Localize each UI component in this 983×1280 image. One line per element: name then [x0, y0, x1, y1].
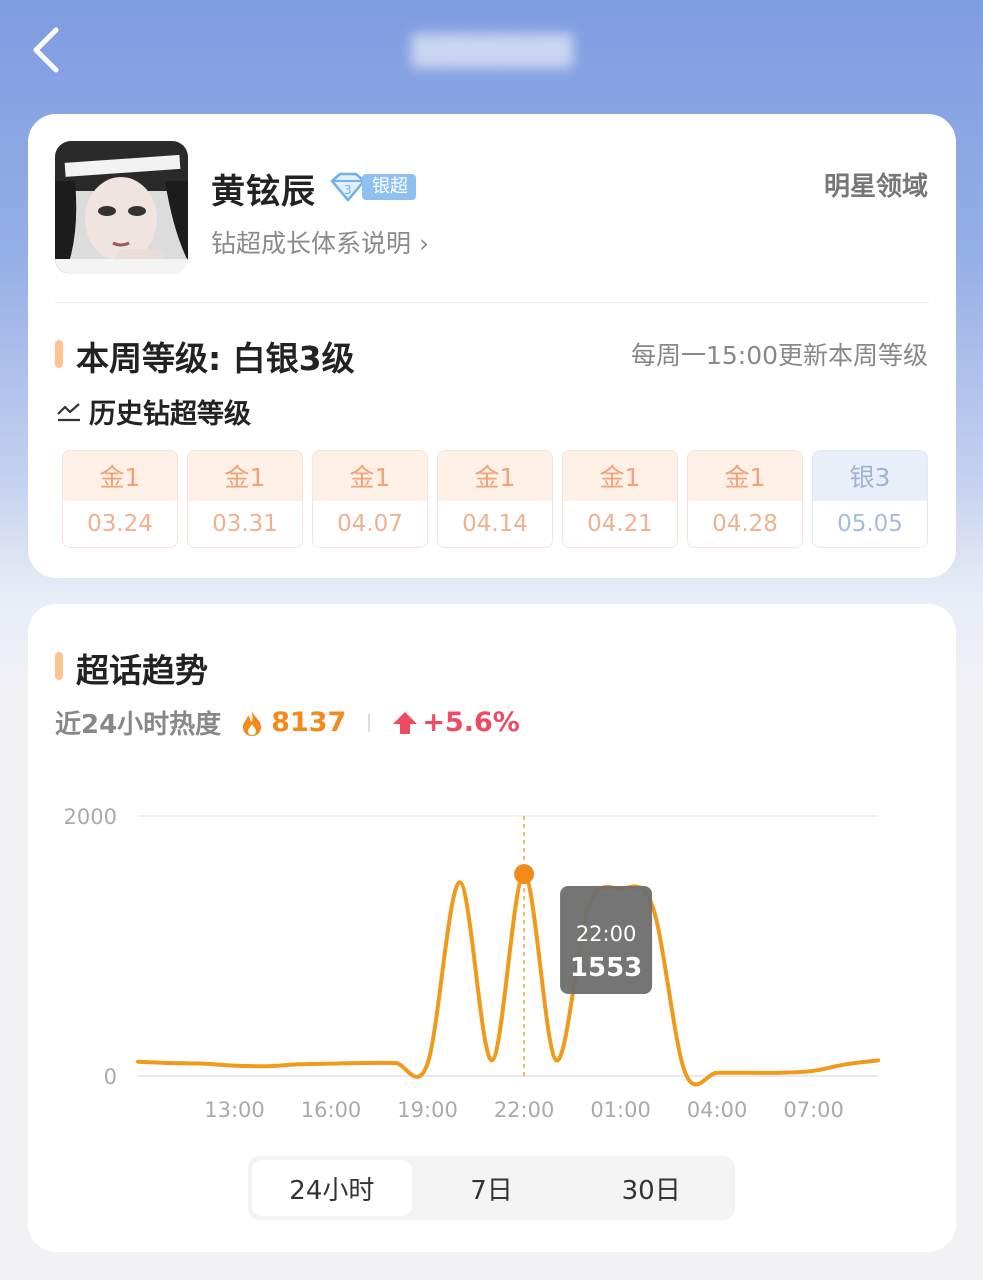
history-header: 历史钻超等级	[55, 392, 251, 431]
svg-text:3: 3	[344, 183, 352, 197]
range-tab[interactable]: 24小时	[252, 1160, 412, 1216]
top-bar: ▓▓▓▓▓▓▓	[0, 0, 983, 100]
page-title-blurred: ▓▓▓▓▓▓▓	[411, 34, 573, 69]
x-tick-label: 13:00	[204, 1098, 265, 1122]
history-grade-item: 金1 04.14	[437, 450, 553, 548]
star-domain-label[interactable]: 明星领域	[824, 166, 928, 203]
grade-date: 03.24	[63, 501, 177, 547]
trend-line-chart[interactable]: 0 2000 13:00 16:00 19:00 22:00 01:00 04:00 07:00…	[28, 784, 956, 1134]
history-grade-item: 金1 04.28	[687, 450, 803, 548]
grade-label: 金1	[688, 451, 802, 501]
y-tick-label: 0	[104, 1065, 117, 1089]
y-tick-label: 2000	[64, 805, 117, 829]
grade-label: 金1	[563, 451, 677, 501]
grade-date: 04.28	[688, 501, 802, 547]
user-name: 黄铉辰	[211, 172, 316, 212]
grade-label: 金1	[188, 451, 302, 501]
x-tick-label: 16:00	[301, 1098, 362, 1122]
separator	[368, 713, 371, 732]
avatar-image	[55, 141, 188, 274]
highlight-point	[514, 864, 535, 885]
level-badge: 3 银超	[328, 172, 416, 202]
tooltip-time: 22:00	[576, 922, 637, 946]
profile-card: 黄铉辰 3 银超 钻超成长体系说明 › 明星领域 本周等级: 白银3级 每周一1…	[28, 114, 956, 578]
back-button[interactable]	[28, 26, 68, 74]
week-level-title: 本周等级: 白银3级	[76, 339, 355, 378]
grade-date: 04.07	[313, 501, 427, 547]
trend-chart-icon	[57, 402, 80, 421]
grade-date: 04.14	[438, 501, 552, 547]
history-grade-item: 金1 03.24	[62, 450, 178, 548]
x-tick-label: 07:00	[783, 1098, 844, 1122]
trend-card: 超话趋势 近24小时热度 8137 +5.6% 0 2000 13:00 16:00 1…	[28, 604, 956, 1252]
grade-label: 金1	[313, 451, 427, 501]
avatar[interactable]	[55, 141, 188, 274]
range-tab-group: 24小时 7日 30日	[248, 1156, 735, 1220]
history-grade-item: 金1 04.07	[312, 450, 428, 548]
range-tab[interactable]: 30日	[571, 1160, 731, 1216]
history-label: 历史钻超等级	[89, 399, 251, 430]
x-tick-label: 19:00	[397, 1098, 458, 1122]
series-line	[136, 872, 880, 1087]
grade-date: 03.31	[188, 501, 302, 547]
history-grade-list: 金1 03.24 金1 03.31 金1 04.07 金1 04.14 金1 04.21 金1 04.…	[62, 450, 928, 548]
grade-date: 05.05	[813, 501, 927, 547]
divider	[55, 302, 929, 303]
range-tab[interactable]: 7日	[412, 1160, 572, 1216]
grade-label: 金1	[438, 451, 552, 501]
heat-change: +5.6%	[422, 707, 520, 738]
tooltip-value: 1553	[570, 953, 642, 983]
flame-icon	[243, 710, 262, 736]
history-grade-item: 金1 04.21	[562, 450, 678, 548]
chevron-left-icon	[33, 27, 59, 73]
x-tick-label: 04:00	[687, 1098, 748, 1122]
trend-title: 超话趋势	[76, 651, 208, 690]
grade-label: 银3	[813, 451, 927, 501]
heat-label: 近24小时热度	[55, 710, 222, 740]
section-accent-bar	[55, 652, 63, 680]
level-badge-label: 银超	[362, 174, 416, 200]
update-note: 每周一15:00更新本周等级	[630, 341, 928, 370]
x-tick-label: 01:00	[590, 1098, 651, 1122]
section-accent-bar	[55, 340, 63, 368]
history-grade-item: 银3 05.05	[812, 450, 928, 548]
history-grade-item: 金1 03.31	[187, 450, 303, 548]
grade-label: 金1	[63, 451, 177, 501]
growth-system-link[interactable]: 钻超成长体系说明 ›	[211, 224, 429, 260]
heat-value: 8137	[271, 707, 347, 738]
grade-date: 04.21	[563, 501, 677, 547]
arrow-up-icon	[393, 711, 418, 734]
heat-summary: 近24小时热度 8137 +5.6%	[55, 704, 520, 741]
x-tick-label: 22:00	[494, 1098, 555, 1122]
